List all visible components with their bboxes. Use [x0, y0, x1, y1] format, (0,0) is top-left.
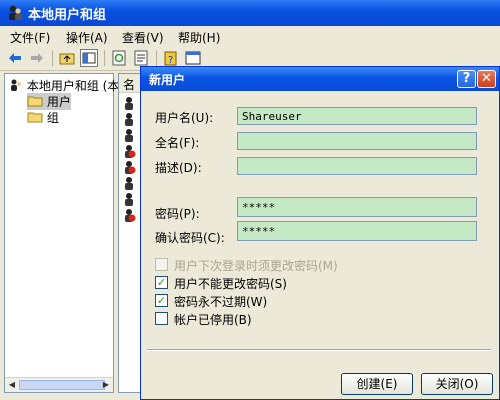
disabled-user-icon	[125, 161, 136, 174]
menu-file[interactable]: 文件(F)	[10, 29, 50, 46]
tree-item-users[interactable]: 用户	[27, 93, 71, 110]
list-item[interactable]	[122, 96, 142, 110]
close-button[interactable]: 关闭(O)	[421, 373, 493, 395]
menu-bar: 文件(F) 操作(A) 查看(V) 帮助(H)	[0, 26, 500, 46]
disabled-user-icon	[125, 209, 136, 222]
list-item[interactable]	[122, 112, 142, 126]
description-field[interactable]	[237, 157, 477, 175]
main-titlebar[interactable]: 本地用户和组	[0, 0, 500, 26]
folder-icon	[27, 96, 43, 107]
list-item[interactable]	[122, 128, 142, 142]
refresh-icon[interactable]	[110, 49, 128, 67]
tree-root[interactable]: 本地用户和组 (本	[9, 77, 119, 94]
scroll-right-icon[interactable]: ▶	[101, 380, 111, 390]
users-groups-icon	[11, 79, 21, 91]
password-label: 密码(P):	[155, 207, 200, 221]
back-arrow-icon[interactable]	[6, 49, 24, 67]
password-field[interactable]: *****	[237, 197, 477, 217]
toolbar-separator	[52, 50, 53, 66]
checkbox-label: 帐户已停用(B)	[174, 313, 252, 327]
user-icon	[125, 129, 133, 142]
checkmark-icon[interactable]: ✓	[155, 276, 168, 289]
scroll-thumb[interactable]	[19, 380, 105, 390]
show-tree-icon[interactable]	[80, 49, 98, 67]
window-title: 本地用户和组	[28, 8, 107, 23]
up-folder-icon[interactable]	[58, 49, 76, 67]
checkbox-label: 用户不能更改密码(S)	[174, 277, 287, 291]
fullname-field[interactable]	[237, 132, 477, 150]
list-item[interactable]	[122, 160, 142, 174]
column-header-name[interactable]: 名	[123, 76, 135, 93]
fullname-label: 全名(F):	[155, 136, 200, 150]
username-label: 用户名(U):	[155, 111, 214, 125]
dialog-divider	[147, 349, 491, 351]
checkbox-box[interactable]	[155, 312, 168, 325]
tree-horizontal-scrollbar[interactable]: ◀ ▶	[5, 377, 113, 392]
scroll-left-icon[interactable]: ◀	[7, 380, 17, 390]
user-icon	[125, 177, 133, 190]
checkbox-box[interactable]	[155, 258, 168, 271]
list-item[interactable]	[122, 208, 142, 222]
forward-arrow-icon[interactable]	[28, 49, 46, 67]
toolbar-separator	[104, 50, 105, 66]
confirm-password-field[interactable]: *****	[237, 221, 477, 241]
create-button[interactable]: 创建(E)	[341, 373, 413, 395]
checkmark-icon[interactable]: ✓	[155, 294, 168, 307]
tree-pane: 本地用户和组 (本 用户 组 ◀ ▶	[4, 73, 119, 393]
dialog-title: 新用户	[149, 73, 186, 87]
tree-root-label: 本地用户和组 (本	[26, 79, 120, 93]
confirm-password-label: 确认密码(C):	[155, 231, 225, 245]
tree-item-label: 用户	[46, 95, 71, 109]
description-label: 描述(D):	[155, 161, 202, 175]
checkbox-label: 密码永不过期(W)	[174, 295, 268, 309]
svg-text:?: ?	[168, 55, 173, 66]
list-item[interactable]	[122, 176, 142, 190]
help-book-icon[interactable]: ?	[162, 49, 180, 67]
users-groups-icon	[9, 5, 22, 20]
user-icon	[125, 113, 133, 126]
toolbar-separator	[156, 50, 157, 66]
tree-item-label: 组	[46, 111, 59, 125]
user-icon	[125, 193, 133, 206]
close-icon[interactable]: ✕	[477, 70, 496, 88]
export-list-icon[interactable]	[132, 49, 150, 67]
user-icon	[125, 97, 133, 110]
dialog-titlebar[interactable]: 新用户 ? ✕	[141, 67, 499, 91]
list-item[interactable]	[122, 192, 142, 206]
properties-icon[interactable]	[184, 49, 202, 67]
menu-action[interactable]: 操作(A)	[66, 29, 108, 46]
checkbox-label: 用户下次登录时须更改密码(M)	[174, 259, 338, 273]
username-field[interactable]: Shareuser	[237, 107, 477, 125]
disabled-user-icon	[125, 145, 136, 158]
help-button[interactable]: ?	[457, 70, 476, 88]
folder-icon	[27, 112, 43, 123]
tree-item-groups[interactable]: 组	[27, 109, 59, 126]
menu-view[interactable]: 查看(V)	[122, 29, 164, 46]
list-item[interactable]	[122, 144, 142, 158]
new-user-dialog: 新用户 ? ✕ 用户名(U): Shareuser 全名(F): 描述(D): …	[140, 66, 500, 400]
menu-help[interactable]: 帮助(H)	[178, 29, 220, 46]
